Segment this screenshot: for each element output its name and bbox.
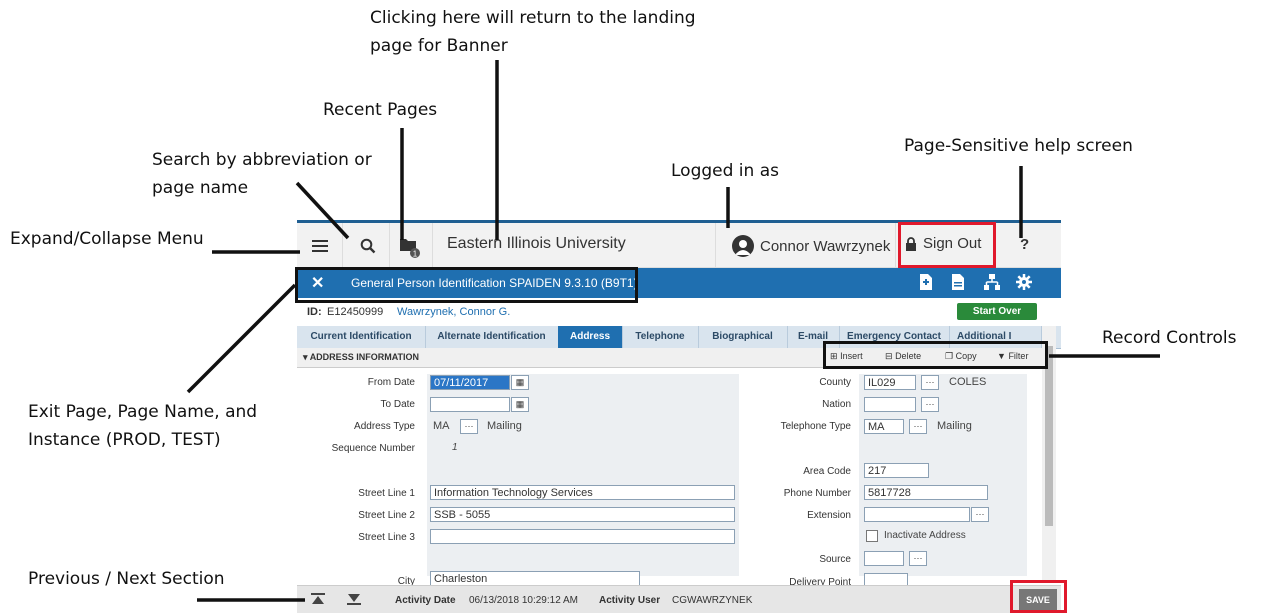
person-name: Wawrzynek, Connor G. — [397, 306, 511, 318]
county-desc: COLES — [949, 376, 987, 388]
divider — [432, 223, 433, 268]
next-section-icon[interactable] — [345, 592, 363, 608]
tab-biographical[interactable]: Biographical — [698, 326, 788, 348]
callout-help-screen: Page-Sensitive help screen — [904, 136, 1133, 156]
sequence-value: 1 — [452, 442, 458, 453]
recent-pages-icon[interactable]: 1 — [397, 233, 423, 259]
nation-field[interactable] — [864, 397, 916, 412]
previous-section-icon[interactable] — [309, 592, 327, 608]
calendar-icon[interactable]: ▦ — [511, 397, 529, 412]
street-line-1-label: Street Line 1 — [358, 488, 415, 499]
scrollbar-thumb[interactable] — [1045, 346, 1053, 526]
extension-field[interactable] — [864, 507, 970, 522]
lookup-button[interactable]: ··· — [909, 551, 927, 566]
street-line-2-field[interactable]: SSB - 5055 — [430, 507, 735, 522]
street-line-1-field[interactable]: Information Technology Services — [430, 485, 735, 500]
activity-user-value: CGWAWRZYNEK — [672, 595, 753, 606]
lookup-button[interactable]: ··· — [921, 397, 939, 412]
callout-logged-in: Logged in as — [671, 161, 779, 181]
to-date-field[interactable] — [430, 397, 510, 412]
page-name-highlight — [295, 267, 638, 303]
tab-address[interactable]: Address — [558, 326, 623, 348]
inactivate-checkbox[interactable] — [866, 530, 878, 542]
activity-user-label: Activity User — [599, 595, 661, 606]
address-type-label: Address Type — [354, 421, 415, 432]
from-date-label: From Date — [367, 377, 415, 388]
user-avatar-icon — [732, 235, 754, 257]
divider — [389, 223, 390, 268]
divider — [715, 223, 716, 268]
tab-telephone[interactable]: Telephone — [622, 326, 699, 348]
notes-icon[interactable] — [949, 274, 967, 292]
address-type-value: MA — [433, 420, 450, 432]
divider — [342, 223, 343, 268]
city-field[interactable]: Charleston — [430, 571, 640, 586]
activity-date-value: 06/13/2018 10:29:12 AM — [469, 595, 578, 606]
street-line-3-field[interactable] — [430, 529, 735, 544]
user-name: Connor Wawrzynek — [760, 237, 891, 255]
section-title[interactable]: ▾ ADDRESS INFORMATION — [303, 352, 419, 363]
institution-name-link[interactable]: Eastern Illinois University — [447, 235, 626, 253]
lookup-button[interactable]: ··· — [909, 419, 927, 434]
telephone-type-field[interactable]: MA — [864, 419, 904, 434]
phone-number-field[interactable]: 5817728 — [864, 485, 988, 500]
callout-exit-page: Exit Page, Page Name, and Instance (PROD… — [28, 402, 258, 450]
from-date-field[interactable]: 07/11/2017 — [430, 375, 510, 390]
street-line-2-label: Street Line 2 — [358, 510, 415, 521]
tab-alternate-identification[interactable]: Alternate Identification — [425, 326, 559, 348]
sequence-label: Sequence Number — [331, 443, 415, 454]
id-value: E12450999 — [327, 306, 384, 318]
section-title-text: ADDRESS INFORMATION — [309, 352, 420, 362]
callout-record-controls: Record Controls — [1102, 328, 1237, 348]
telephone-type-label: Telephone Type — [780, 421, 851, 432]
record-controls-highlight — [823, 341, 1048, 369]
inactivate-label: Inactivate Address — [884, 530, 966, 541]
callout-recent-pages: Recent Pages — [323, 100, 438, 120]
source-field[interactable] — [864, 551, 904, 566]
lookup-button[interactable]: ··· — [921, 375, 939, 390]
phone-number-label: Phone Number — [783, 488, 851, 499]
county-field[interactable]: IL029 — [864, 375, 916, 390]
menu-icon[interactable] — [307, 233, 333, 259]
callout-search: Search by abbreviation or page name — [152, 150, 372, 198]
id-label: ID: — [307, 306, 322, 318]
save-highlight — [1010, 580, 1067, 613]
start-over-button[interactable]: Start Over — [957, 303, 1037, 320]
source-label: Source — [819, 554, 851, 565]
nation-label: Nation — [822, 399, 851, 410]
related-icon[interactable] — [917, 274, 935, 292]
divider — [895, 223, 896, 268]
hierarchy-icon[interactable] — [983, 274, 1001, 292]
bottom-bar: Activity Date 06/13/2018 10:29:12 AM Act… — [297, 585, 1061, 613]
telephone-type-desc: Mailing — [937, 420, 972, 432]
search-icon[interactable] — [355, 233, 381, 259]
user-menu[interactable]: Connor Wawrzynek — [732, 235, 890, 257]
tab-current-identification[interactable]: Current Identification — [297, 326, 426, 348]
lookup-button[interactable]: ··· — [460, 419, 478, 434]
calendar-icon[interactable]: ▦ — [511, 375, 529, 390]
lookup-button[interactable]: ··· — [971, 507, 989, 522]
address-type-desc: Mailing — [487, 420, 522, 432]
sign-out-highlight — [898, 222, 996, 268]
to-date-label: To Date — [380, 399, 415, 410]
extension-label: Extension — [807, 510, 851, 521]
callout-prev-next: Previous / Next Section — [28, 569, 225, 589]
callout-return-landing: Clicking here will return to the landing… — [370, 8, 696, 56]
activity-date-label: Activity Date — [395, 595, 456, 606]
help-button[interactable]: ? — [1020, 236, 1029, 253]
county-label: County — [819, 377, 851, 388]
gear-icon[interactable] — [1015, 274, 1033, 292]
area-code-field[interactable]: 217 — [864, 463, 929, 478]
recent-count: 1 — [413, 250, 418, 259]
street-line-3-label: Street Line 3 — [358, 532, 415, 543]
address-form: From Date 07/11/2017 ▦ To Date ▦ Address… — [297, 368, 1042, 588]
callout-expand-menu: Expand/Collapse Menu — [10, 229, 204, 249]
area-code-label: Area Code — [803, 466, 851, 477]
